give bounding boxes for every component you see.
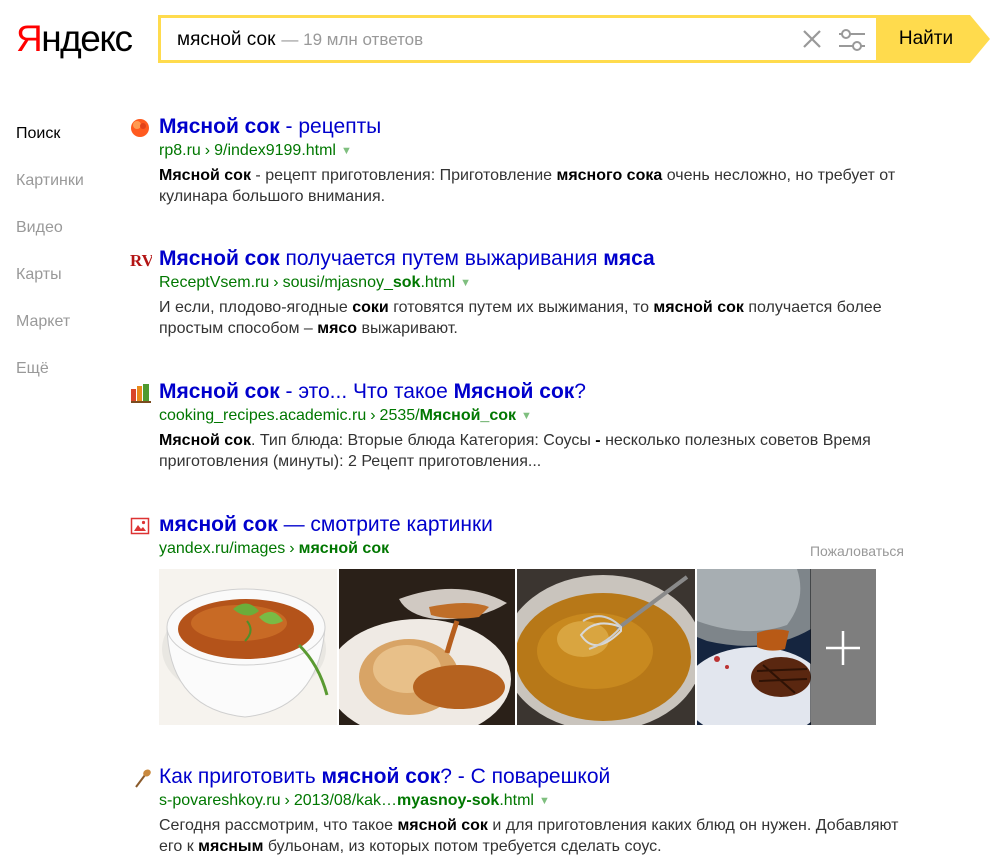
search-input[interactable]: мясной сок — 19 млн ответов (158, 15, 876, 63)
breadcrumb-separator: › (284, 792, 290, 809)
search-result: Как приготовить мясной сок? - С поварешк… (130, 764, 919, 857)
search-result: Мясной сок - рецепты rp8.ru › 9/index9199.h… (130, 114, 919, 207)
breadcrumb-separator: › (370, 407, 376, 424)
result-snippet: Сегодня рассмотрим, что такое мясной сок… (159, 817, 899, 855)
image-thumbnails (159, 569, 876, 725)
highlight: мяса (603, 247, 655, 270)
search-nav: Поиск Картинки Видео Карты Маркет Ещё (16, 124, 84, 406)
search-result: RV Мясной сок получается путем выжаривани… (130, 246, 919, 339)
result-url[interactable]: rp8.ru › 9/index9199.html ▼ (159, 141, 919, 162)
nav-item-0[interactable]: Поиск (16, 124, 84, 171)
result-title-link[interactable]: Мясной сок - это... Что такое Мясной сок… (159, 379, 919, 405)
soup-bowl-photo[interactable] (159, 569, 337, 725)
books-icon (130, 383, 151, 403)
logo-first-letter: Я (16, 18, 43, 59)
nav-item-2[interactable]: Видео (16, 218, 84, 265)
highlight: Мясной сок (159, 380, 280, 403)
chevron-down-icon[interactable]: ▼ (521, 410, 532, 422)
search-results-count: — 19 млн ответов (281, 30, 424, 49)
highlight: мясо (317, 320, 358, 337)
whisk-pan-photo[interactable] (517, 569, 695, 725)
highlight: - (595, 432, 601, 449)
highlight: мясного сока (556, 167, 663, 184)
search-button[interactable]: Найти (876, 15, 970, 63)
highlight: мясной сок (397, 817, 488, 834)
highlight: мясной сок (298, 540, 390, 557)
ladle-icon (130, 768, 151, 788)
result-url[interactable]: yandex.ru/images › мясной сок (159, 539, 919, 559)
result-title-link[interactable]: мясной сок — смотрите картинки (159, 512, 919, 538)
search-query: мясной сок (177, 29, 276, 50)
highlight: Мясной сок (159, 115, 280, 138)
breadcrumb-separator: › (273, 274, 279, 291)
result-title-link[interactable]: Мясной сок получается путем выжаривания … (159, 246, 919, 272)
highlight: мясной сок (159, 513, 278, 536)
highlight: sok (392, 274, 421, 291)
highlight: Мясной сок (159, 247, 280, 270)
settings-icon[interactable] (837, 27, 867, 53)
more-images-button[interactable] (810, 569, 876, 725)
nav-item-4[interactable]: Маркет (16, 312, 84, 359)
steak-sauce-photo[interactable] (697, 569, 811, 725)
yandex-logo[interactable]: Яндекс (16, 14, 133, 64)
nav-item-1[interactable]: Картинки (16, 171, 84, 218)
svg-text:RV: RV (130, 251, 152, 270)
highlight: Мясной сок (453, 380, 575, 403)
chevron-down-icon[interactable]: ▼ (460, 277, 471, 289)
result-url[interactable]: s-povareshkoy.ru › 2013/08/kak…myasnoy-sok… (159, 791, 919, 812)
result-url[interactable]: cooking_recipes.academic.ru › 2535/Мясной_… (159, 406, 919, 427)
search-result: мясной сок — смотрите картинки yandex.ru/… (130, 512, 919, 725)
highlight: myasnoy-sok (397, 792, 500, 809)
highlight: мясной сок (653, 299, 744, 316)
nav-item-3[interactable]: Карты (16, 265, 84, 312)
highlight: Мясной_сок (419, 407, 517, 424)
search-bar: мясной сок — 19 млн ответов Найти (158, 15, 990, 63)
result-title-link[interactable]: Мясной сок - рецепты (159, 114, 919, 140)
plus-icon (826, 631, 860, 665)
breadcrumb-separator: › (289, 540, 295, 557)
chicken-gravy-photo[interactable] (339, 569, 515, 725)
highlight: Мясной сок (159, 432, 251, 449)
search-button-arrow (970, 15, 990, 63)
chevron-down-icon[interactable]: ▼ (341, 145, 352, 157)
result-snippet: И если, плодово-ягодные соки готовятся п… (159, 299, 882, 337)
result-url[interactable]: ReceptVsem.ru › sousi/mjasnoy_sok.html ▼ (159, 273, 919, 294)
highlight: соки (352, 299, 389, 316)
chevron-down-icon[interactable]: ▼ (539, 795, 550, 807)
highlight: мясной сок (321, 765, 441, 788)
highlight: Мясной сок (159, 167, 251, 184)
result-title-link[interactable]: Как приготовить мясной сок? - С поварешк… (159, 764, 919, 790)
nav-item-5[interactable]: Ещё (16, 359, 84, 406)
search-result: Мясной сок - это... Что такое Мясной сок… (130, 379, 919, 472)
orange-circle-icon (130, 118, 150, 138)
complain-link[interactable]: Пожаловаться (810, 543, 904, 559)
search-query-wrap: мясной сок — 19 млн ответов (177, 29, 423, 51)
highlight: мясным (198, 838, 264, 855)
image-icon (130, 516, 150, 536)
clear-icon[interactable] (801, 28, 823, 50)
breadcrumb-separator: › (204, 142, 211, 159)
rv-logo-icon: RV (130, 250, 155, 270)
result-snippet: Мясной сок - рецепт приготовления: Приго… (159, 167, 896, 205)
logo-rest: ндекс (41, 18, 133, 59)
result-snippet: Мясной сок. Тип блюда: Вторые блюда Кате… (159, 432, 871, 470)
